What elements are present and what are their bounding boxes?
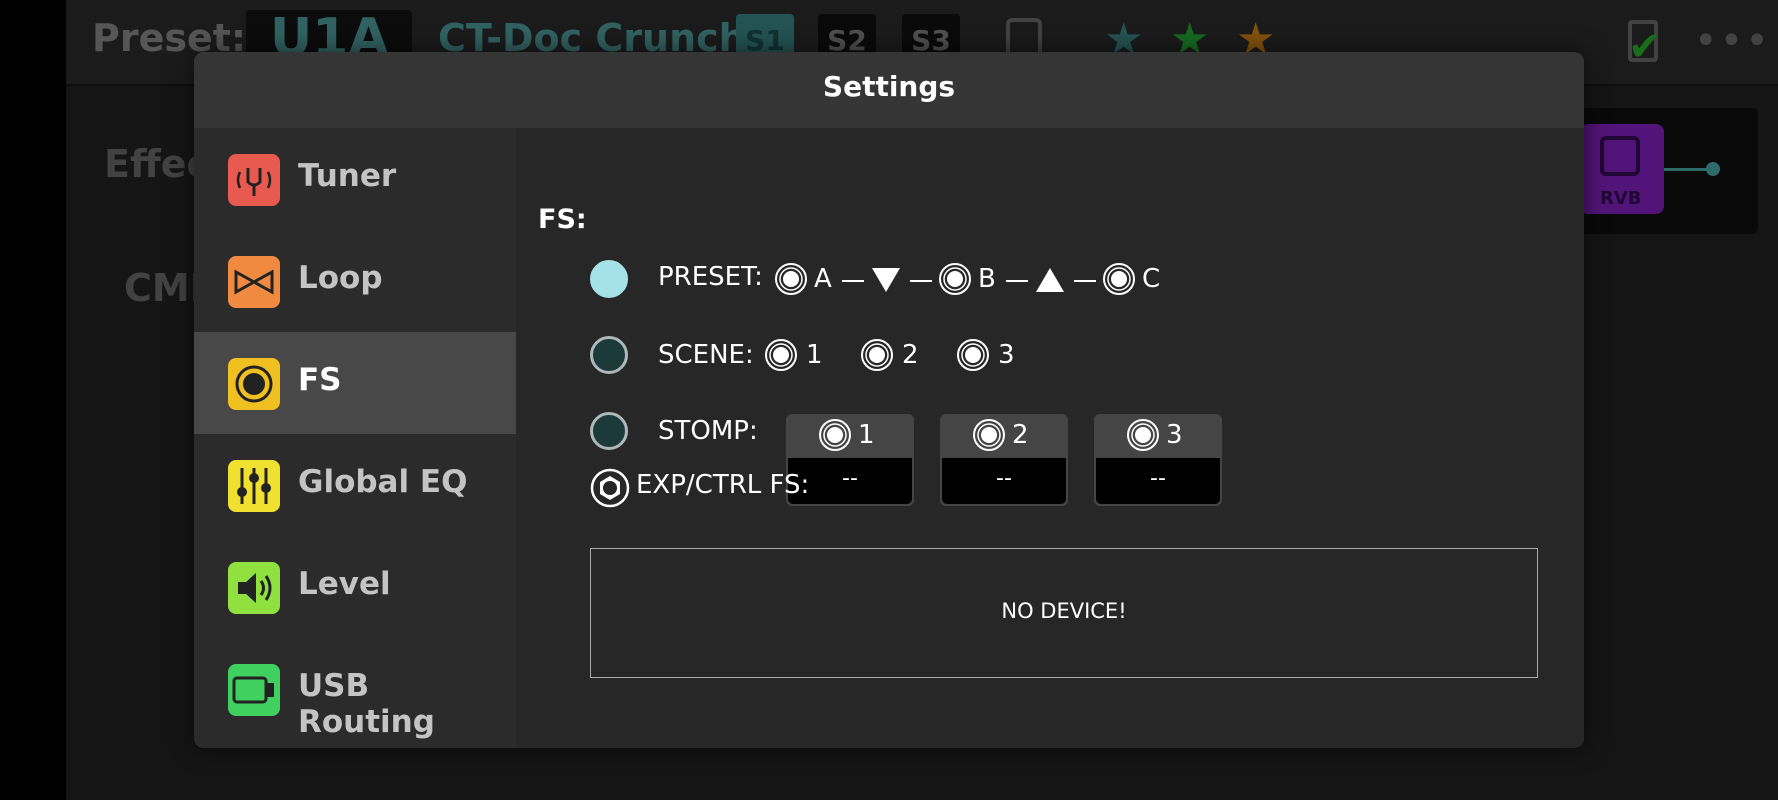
tuning-fork-icon xyxy=(228,154,280,206)
settings-header: Settings xyxy=(194,52,1584,128)
scene-mode-label: SCENE: xyxy=(658,340,754,370)
stomp-mode-radio[interactable] xyxy=(590,412,628,450)
sidebar-item-level[interactable]: Level xyxy=(194,536,516,638)
stomp-value: -- xyxy=(996,466,1012,491)
stomp-number: 1 xyxy=(858,420,875,450)
footswitch-icon[interactable] xyxy=(774,262,808,296)
fs-heading: FS: xyxy=(538,204,587,235)
device-status-box: NO DEVICE! xyxy=(590,548,1538,678)
scene-option-2[interactable]: 2 xyxy=(902,340,919,370)
footswitch-icon xyxy=(973,419,1005,451)
stomp-slot-2[interactable]: 2 -- xyxy=(940,414,1068,506)
stomp-value-box: -- xyxy=(942,458,1066,504)
stomp-number: 2 xyxy=(1012,420,1029,450)
settings-dialog: Settings Tuner Loop FS Global EQ Level U… xyxy=(194,52,1584,748)
exp-ctrl-fs-label: EXP/CTRL FS: xyxy=(636,470,810,500)
footswitch-icon[interactable] xyxy=(860,338,894,372)
footswitch-icon[interactable] xyxy=(1102,262,1136,296)
preset-option-a[interactable]: A xyxy=(814,264,832,294)
sidebar-item-usb-routing[interactable]: USB Routing xyxy=(194,638,516,740)
speaker-icon xyxy=(228,562,280,614)
stomp-slot-3[interactable]: 3 -- xyxy=(1094,414,1222,506)
preset-mode-label: PRESET: xyxy=(658,262,763,292)
up-triangle-icon[interactable] xyxy=(1036,268,1064,292)
connector-dash xyxy=(1006,280,1028,282)
stomp-value: -- xyxy=(1150,466,1166,491)
sidebar-item-tuner[interactable]: Tuner xyxy=(194,128,516,230)
sidebar-item-label: USB Routing xyxy=(298,668,435,740)
footswitch-icon xyxy=(228,358,280,410)
footswitch-icon[interactable] xyxy=(956,338,990,372)
sidebar-item-loop[interactable]: Loop xyxy=(194,230,516,332)
connector-dash xyxy=(910,280,932,282)
stomp-number: 3 xyxy=(1166,420,1183,450)
sidebar-item-label: Tuner xyxy=(298,158,397,194)
sidebar-item-global-eq[interactable]: Global EQ xyxy=(194,434,516,536)
sidebar-item-label: FS xyxy=(298,362,342,398)
down-triangle-icon[interactable] xyxy=(872,268,900,292)
scene-option-1[interactable]: 1 xyxy=(806,340,823,370)
scene-mode-radio[interactable] xyxy=(590,336,628,374)
usb-icon xyxy=(228,664,280,716)
footswitch-icon[interactable] xyxy=(938,262,972,296)
sidebar-item-label: Global EQ xyxy=(298,464,468,500)
preset-option-c[interactable]: C xyxy=(1142,264,1160,294)
sidebar-item-label: Loop xyxy=(298,260,383,296)
preset-mode-radio[interactable] xyxy=(590,260,628,298)
sidebar-item-label: Level xyxy=(298,566,391,602)
connector-dash xyxy=(842,280,864,282)
connector-dash xyxy=(1074,280,1096,282)
stomp-value-box: -- xyxy=(1096,458,1220,504)
settings-title: Settings xyxy=(822,70,956,103)
sidebar-item-fs[interactable]: FS xyxy=(194,332,516,434)
app-root: Preset: U1A CT-Doc Crunch S1 S2 S3 ★ ★ ★… xyxy=(0,0,1778,800)
preset-option-b[interactable]: B xyxy=(978,264,996,294)
fs-settings-panel: FS: PRESET: A B C SCENE: 1 2 3 STOMP: 1 … xyxy=(516,128,1584,748)
scene-option-3[interactable]: 3 xyxy=(998,340,1015,370)
eq-sliders-icon xyxy=(228,460,280,512)
device-status-text: NO DEVICE! xyxy=(1001,599,1127,623)
footswitch-icon xyxy=(819,419,851,451)
exp-ctrl-fs-icon[interactable] xyxy=(590,468,630,508)
stomp-mode-label: STOMP: xyxy=(658,416,758,446)
footswitch-icon xyxy=(1127,419,1159,451)
settings-sidebar: Tuner Loop FS Global EQ Level USB Routin… xyxy=(194,128,516,748)
footswitch-icon[interactable] xyxy=(764,338,798,372)
loop-icon xyxy=(228,256,280,308)
